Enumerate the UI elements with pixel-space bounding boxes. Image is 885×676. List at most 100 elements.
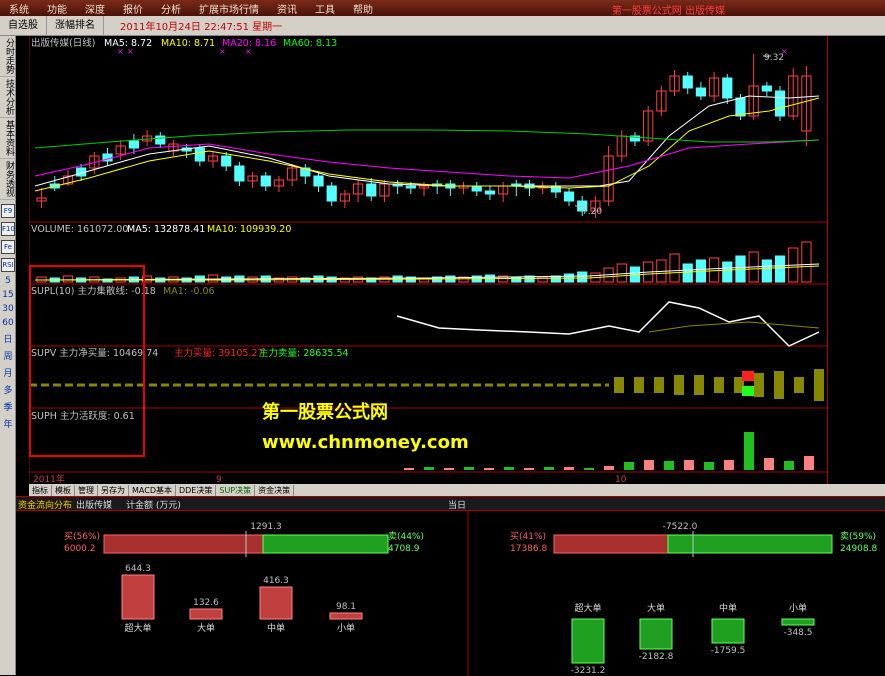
candle-body bbox=[563, 191, 575, 202]
volume-bar bbox=[774, 255, 786, 283]
tab-manage[interactable]: 管理 bbox=[75, 484, 98, 496]
ma5-label: MA5: 8.72 bbox=[104, 38, 152, 49]
tab-fund[interactable]: 资金决策 bbox=[255, 484, 295, 496]
f9-icon[interactable]: F9 bbox=[1, 204, 15, 218]
volume-bar bbox=[511, 276, 522, 283]
low-price-label: 7.20 bbox=[582, 207, 602, 217]
left-order-name: 中单 bbox=[267, 622, 285, 634]
period-month[interactable]: 月 bbox=[0, 366, 16, 379]
volume-bar bbox=[722, 261, 733, 283]
menu-item-help[interactable]: 帮助 bbox=[344, 1, 382, 16]
ma20-label: MA20: 8.16 bbox=[222, 38, 276, 49]
period-week[interactable]: 周 bbox=[0, 349, 16, 362]
candle-body bbox=[128, 140, 140, 149]
menu-item-system[interactable]: 系统 bbox=[0, 1, 38, 16]
volume-bar bbox=[682, 263, 693, 283]
period-30[interactable]: 30 bbox=[0, 304, 16, 314]
sidebar-tab-intraday[interactable]: 分时走势 bbox=[0, 36, 16, 77]
main-chart-title: 出版传媒(日线) bbox=[31, 37, 95, 49]
suph-bar bbox=[804, 456, 814, 470]
watermark-url: www.chnmoney.com bbox=[262, 432, 469, 453]
tab-indicator[interactable]: 指标 bbox=[29, 484, 52, 496]
tab-save-as[interactable]: 另存为 bbox=[98, 484, 129, 496]
tab-sup[interactable]: SUP决策 bbox=[216, 484, 256, 496]
menu-item-quote[interactable]: 报价 bbox=[114, 1, 152, 16]
supv-bar bbox=[694, 375, 704, 395]
tab-dde[interactable]: DDE决策 bbox=[176, 484, 217, 496]
menu-item-extended-market[interactable]: 扩展市场行情 bbox=[190, 1, 268, 16]
right-order-bar bbox=[639, 618, 673, 650]
candle-body bbox=[761, 85, 772, 92]
right-sell-label: 卖(59%) bbox=[840, 531, 876, 542]
right-buy-sell-bar bbox=[553, 531, 833, 557]
app-title: 第一股票公式网 出版传媒 bbox=[611, 6, 725, 17]
supv-bar bbox=[714, 377, 724, 393]
left-buy-label: 买(56%) bbox=[64, 531, 100, 542]
fund-flow-panel: 资金流向分布 出版传媒 计金额 (万元) 当日 1291.3 买(56%) 60… bbox=[16, 496, 885, 676]
right-order-name: 小单 bbox=[789, 602, 807, 614]
suph-bar bbox=[484, 468, 494, 470]
supv-bar bbox=[654, 377, 664, 393]
high-price-label: 9.32 bbox=[764, 53, 784, 63]
sidebar-tab-financials[interactable]: 财务透视 bbox=[0, 159, 16, 200]
period-year[interactable]: 年 bbox=[0, 417, 16, 430]
tab-macd[interactable]: MACD基本 bbox=[129, 484, 176, 496]
menu-item-function[interactable]: 功能 bbox=[38, 1, 76, 16]
candle-body bbox=[194, 147, 205, 162]
f10-icon[interactable]: F10 bbox=[1, 222, 15, 236]
right-order-bar bbox=[781, 618, 815, 626]
fund-flow-stock: 出版传媒 bbox=[76, 501, 113, 511]
fund-flow-period[interactable]: 当日 bbox=[448, 498, 466, 511]
menu-item-depth[interactable]: 深度 bbox=[76, 1, 114, 16]
menu-item-tools[interactable]: 工具 bbox=[306, 1, 344, 16]
suph-bar bbox=[464, 467, 474, 470]
suph-bar bbox=[704, 462, 714, 470]
supv-buy-label: 主力买量: 39105.27 bbox=[174, 347, 264, 359]
period-quarter[interactable]: 季 bbox=[0, 400, 16, 413]
right-order-bar bbox=[571, 618, 605, 664]
menu-item-analysis[interactable]: 分析 bbox=[152, 1, 190, 16]
suph-bar bbox=[604, 466, 614, 470]
kline-chart[interactable]: × × × × × 出版传媒(日线) MA5: 8.72 MA10: 8.71 MA20… bbox=[29, 36, 827, 484]
xaxis-label-oct: 10 bbox=[615, 475, 627, 484]
rsi-icon[interactable]: RSI bbox=[1, 258, 15, 272]
sidebar-tab-technical[interactable]: 技术分析 bbox=[0, 77, 16, 118]
candle-body bbox=[484, 190, 496, 195]
suph-bar bbox=[784, 461, 794, 470]
left-order-name: 超大单 bbox=[124, 622, 151, 634]
left-order-bar bbox=[329, 612, 363, 620]
supv-bar bbox=[754, 373, 764, 397]
left-order-value: 644.3 bbox=[125, 564, 151, 574]
suph-bar bbox=[564, 467, 574, 470]
menu-item-news[interactable]: 资讯 bbox=[268, 1, 306, 16]
sidebar-tab-fundamentals[interactable]: 基本资料 bbox=[0, 118, 16, 159]
tab-gain-ranking[interactable]: 涨幅排名 bbox=[47, 15, 104, 36]
suph-bar bbox=[744, 432, 754, 470]
supv-bar bbox=[774, 371, 784, 399]
tab-watchlist[interactable]: 自选股 bbox=[0, 15, 47, 36]
suph-bar bbox=[644, 460, 654, 470]
suph-bar bbox=[424, 467, 434, 470]
right-order-name: 中单 bbox=[719, 602, 737, 614]
tab-template[interactable]: 模板 bbox=[52, 484, 75, 496]
candle-body bbox=[234, 165, 245, 182]
supv-bar bbox=[674, 375, 684, 395]
fund-flow-title: 资金流向分布 bbox=[18, 501, 73, 511]
left-order-bar bbox=[121, 574, 155, 620]
volume-bar bbox=[577, 271, 588, 283]
period-15[interactable]: 15 bbox=[0, 290, 16, 300]
left-net-total: 1291.3 bbox=[250, 522, 282, 532]
period-5[interactable]: 5 bbox=[0, 276, 16, 286]
period-multi[interactable]: 多 bbox=[0, 383, 16, 396]
period-60[interactable]: 60 bbox=[0, 318, 16, 328]
volume-ma5-label: MA5: 132878.41 bbox=[127, 224, 205, 235]
menu-bar: 系统 功能 深度 报价 分析 扩展市场行情 资讯 工具 帮助 第一股票公式网 出… bbox=[0, 0, 885, 17]
right-order-name: 大单 bbox=[647, 602, 665, 614]
right-buy-value: 17386.8 bbox=[510, 544, 547, 554]
period-day[interactable]: 日 bbox=[0, 332, 16, 345]
left-sell-label: 卖(44%) bbox=[388, 531, 424, 542]
watermark-title: 第一股票公式网 bbox=[262, 402, 388, 423]
fe-icon[interactable]: Fe bbox=[1, 240, 15, 254]
left-sell-value: 4708.9 bbox=[388, 544, 420, 554]
fund-flow-header: 资金流向分布 出版传媒 计金额 (万元) 当日 bbox=[16, 497, 885, 511]
